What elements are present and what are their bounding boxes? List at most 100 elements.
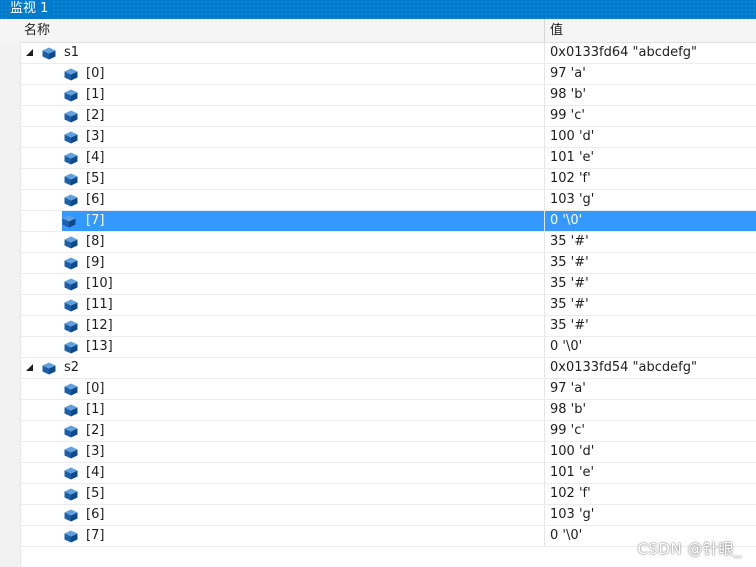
- watch-row-element[interactable]: [5] 102 'f': [20, 169, 756, 190]
- watch-row-element[interactable]: [3] 100 'd': [20, 127, 756, 148]
- row-name: [6]: [86, 192, 105, 207]
- name-cell[interactable]: [5]: [20, 484, 544, 504]
- row-value[interactable]: 35 '#': [544, 316, 756, 336]
- name-cell[interactable]: [9]: [20, 253, 544, 273]
- row-name: [4]: [86, 465, 105, 480]
- watch-row-element[interactable]: [9] 35 '#': [20, 253, 756, 274]
- row-value[interactable]: 101 'e': [544, 148, 756, 168]
- name-cell[interactable]: [13]: [20, 337, 544, 357]
- column-divider[interactable]: [544, 19, 545, 42]
- name-cell[interactable]: [3]: [20, 442, 544, 462]
- row-value[interactable]: 0x0133fd54 "abcdefg": [544, 358, 756, 378]
- row-value[interactable]: 98 'b': [544, 85, 756, 105]
- variable-cube-icon: [64, 404, 78, 417]
- watch-row-element[interactable]: [1] 98 'b': [20, 400, 756, 421]
- name-cell[interactable]: [4]: [20, 148, 544, 168]
- name-cell[interactable]: [12]: [20, 316, 544, 336]
- row-value[interactable]: 103 'g': [544, 505, 756, 525]
- name-cell[interactable]: [6]: [20, 190, 544, 210]
- variable-cube-icon: [64, 446, 78, 459]
- variable-cube-icon: [64, 509, 78, 522]
- watermark: CSDN @针眼_: [637, 540, 742, 558]
- watch-row-element[interactable]: [7] 0 '\0': [20, 211, 756, 232]
- watch-row-variable[interactable]: s1 0x0133fd64 "abcdefg": [20, 43, 756, 64]
- row-value[interactable]: 98 'b': [544, 400, 756, 420]
- watch-row-element[interactable]: [1] 98 'b': [20, 85, 756, 106]
- watch-row-element[interactable]: [12] 35 '#': [20, 316, 756, 337]
- variable-cube-icon: [64, 173, 78, 186]
- row-value[interactable]: 100 'd': [544, 442, 756, 462]
- watch-row-variable[interactable]: s2 0x0133fd54 "abcdefg": [20, 358, 756, 379]
- watch-row-element[interactable]: [6] 103 'g': [20, 190, 756, 211]
- watch-row-element[interactable]: [2] 99 'c': [20, 106, 756, 127]
- variable-cube-icon: [64, 257, 78, 270]
- watch-row-element[interactable]: [5] 102 'f': [20, 484, 756, 505]
- variable-cube-icon: [64, 236, 78, 249]
- row-value[interactable]: 101 'e': [544, 463, 756, 483]
- variable-cube-icon: [64, 194, 78, 207]
- variable-cube-icon: [64, 383, 78, 396]
- name-cell[interactable]: [8]: [20, 232, 544, 252]
- row-name: [4]: [86, 150, 105, 165]
- watch-row-element[interactable]: [10] 35 '#': [20, 274, 756, 295]
- name-cell[interactable]: [2]: [20, 421, 544, 441]
- row-value[interactable]: 102 'f': [544, 169, 756, 189]
- row-value[interactable]: 35 '#': [544, 253, 756, 273]
- variable-cube-icon: [64, 341, 78, 354]
- name-cell[interactable]: s2: [20, 358, 544, 378]
- name-cell[interactable]: [6]: [20, 505, 544, 525]
- value-column-header[interactable]: 值: [550, 19, 563, 42]
- row-value[interactable]: 0 '\0': [544, 337, 756, 357]
- row-name: [0]: [86, 381, 105, 396]
- name-cell[interactable]: [0]: [20, 379, 544, 399]
- row-name: [1]: [86, 402, 105, 417]
- row-value[interactable]: 0 '\0': [544, 211, 756, 231]
- row-value[interactable]: 103 'g': [544, 190, 756, 210]
- name-column-header[interactable]: 名称: [24, 19, 50, 42]
- variable-cube-icon: [42, 47, 56, 60]
- row-value[interactable]: 35 '#': [544, 232, 756, 252]
- row-value[interactable]: 99 'c': [544, 421, 756, 441]
- name-cell[interactable]: [10]: [20, 274, 544, 294]
- row-value[interactable]: 100 'd': [544, 127, 756, 147]
- variable-cube-icon: [64, 320, 78, 333]
- name-cell[interactable]: [5]: [20, 169, 544, 189]
- watch-row-element[interactable]: [13] 0 '\0': [20, 337, 756, 358]
- name-cell[interactable]: [0]: [20, 64, 544, 84]
- row-gutter: [0, 42, 21, 567]
- row-name: s1: [64, 45, 80, 60]
- row-name: [11]: [86, 297, 113, 312]
- row-value[interactable]: 99 'c': [544, 106, 756, 126]
- row-value[interactable]: 97 'a': [544, 379, 756, 399]
- name-cell[interactable]: [4]: [20, 463, 544, 483]
- watch-row-element[interactable]: [0] 97 'a': [20, 379, 756, 400]
- row-name: [10]: [86, 276, 113, 291]
- name-cell[interactable]: [11]: [20, 295, 544, 315]
- watch-row-element[interactable]: [8] 35 '#': [20, 232, 756, 253]
- watch-row-element[interactable]: [4] 101 'e': [20, 463, 756, 484]
- row-value[interactable]: 0x0133fd64 "abcdefg": [544, 43, 756, 63]
- watch-row-element[interactable]: [3] 100 'd': [20, 442, 756, 463]
- row-name: [5]: [86, 486, 105, 501]
- name-cell[interactable]: [7]: [62, 211, 544, 231]
- name-cell[interactable]: [1]: [20, 85, 544, 105]
- watch-row-element[interactable]: [2] 99 'c': [20, 421, 756, 442]
- name-cell[interactable]: s1: [20, 43, 544, 63]
- variable-cube-icon: [64, 467, 78, 480]
- name-cell[interactable]: [1]: [20, 400, 544, 420]
- row-value[interactable]: 97 'a': [544, 64, 756, 84]
- row-value[interactable]: 35 '#': [544, 274, 756, 294]
- expanded-triangle-icon[interactable]: [26, 364, 33, 371]
- watch-window-titlebar[interactable]: 监视 1: [0, 0, 756, 19]
- name-cell[interactable]: [2]: [20, 106, 544, 126]
- watch-row-element[interactable]: [6] 103 'g': [20, 505, 756, 526]
- variable-cube-icon: [64, 152, 78, 165]
- expanded-triangle-icon[interactable]: [26, 49, 33, 56]
- name-cell[interactable]: [3]: [20, 127, 544, 147]
- name-cell[interactable]: [7]: [20, 526, 544, 546]
- row-value[interactable]: 35 '#': [544, 295, 756, 315]
- watch-row-element[interactable]: [11] 35 '#': [20, 295, 756, 316]
- watch-row-element[interactable]: [0] 97 'a': [20, 64, 756, 85]
- row-value[interactable]: 102 'f': [544, 484, 756, 504]
- watch-row-element[interactable]: [4] 101 'e': [20, 148, 756, 169]
